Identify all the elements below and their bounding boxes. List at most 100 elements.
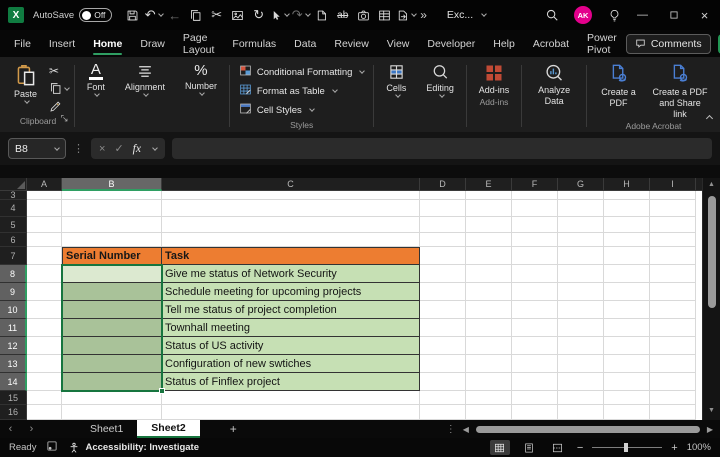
- cell-D13[interactable]: [420, 355, 466, 373]
- cell-C11[interactable]: Townhall meeting: [162, 319, 420, 337]
- export-icon[interactable]: [395, 4, 416, 26]
- cell-I4[interactable]: [650, 200, 696, 217]
- cell-B10[interactable]: [62, 301, 162, 319]
- cell-D15[interactable]: [420, 391, 466, 405]
- page-layout-view-icon[interactable]: [519, 440, 539, 455]
- cell-C7[interactable]: Task: [162, 247, 420, 265]
- cell-H7[interactable]: [604, 247, 650, 265]
- cell-D6[interactable]: [420, 233, 466, 247]
- splitter-handle-icon[interactable]: ⋮: [446, 424, 456, 435]
- cell-I5[interactable]: [650, 217, 696, 233]
- row-header-7[interactable]: 7: [0, 247, 27, 265]
- excel-logo-icon[interactable]: X: [8, 7, 24, 23]
- collapse-ribbon-icon[interactable]: [707, 108, 712, 126]
- camera-icon[interactable]: [353, 4, 374, 26]
- autosave-toggle[interactable]: AutoSave Off: [33, 8, 112, 22]
- avatar[interactable]: AK: [574, 6, 592, 24]
- normal-view-icon[interactable]: [490, 440, 510, 455]
- cell-I12[interactable]: [650, 337, 696, 355]
- cell-F11[interactable]: [512, 319, 558, 337]
- styles-item-conditional-formatting[interactable]: Conditional Formatting: [239, 64, 365, 80]
- cell-A10[interactable]: [27, 301, 62, 319]
- cell-F10[interactable]: [512, 301, 558, 319]
- add-sheet-icon[interactable]: +: [230, 422, 237, 436]
- column-header-H[interactable]: H: [604, 178, 650, 191]
- cell-A9[interactable]: [27, 283, 62, 301]
- cell-A8[interactable]: [27, 265, 62, 283]
- save-icon[interactable]: [122, 4, 143, 26]
- cell-G4[interactable]: [558, 200, 604, 217]
- sheet-tab-sheet2[interactable]: Sheet2: [137, 420, 199, 438]
- cell-A16[interactable]: [27, 405, 62, 420]
- cells-button[interactable]: Cells: [379, 60, 413, 97]
- cell-G6[interactable]: [558, 233, 604, 247]
- cell-H10[interactable]: [604, 301, 650, 319]
- cancel-entry-icon[interactable]: ×: [99, 143, 105, 155]
- alignment-button[interactable]: Alignment: [118, 60, 172, 96]
- cell-I9[interactable]: [650, 283, 696, 301]
- search-icon[interactable]: [539, 2, 565, 28]
- column-header-G[interactable]: G: [558, 178, 604, 191]
- cell-F6[interactable]: [512, 233, 558, 247]
- cell-A7[interactable]: [27, 247, 62, 265]
- cell-G9[interactable]: [558, 283, 604, 301]
- strikethrough-icon[interactable]: ab: [332, 4, 353, 26]
- cell-B14[interactable]: [62, 373, 162, 391]
- tab-power-pivot[interactable]: Power Pivot: [578, 30, 626, 57]
- cell-F7[interactable]: [512, 247, 558, 265]
- row-header-15[interactable]: 15: [0, 391, 27, 405]
- dialog-launcher-icon[interactable]: [60, 110, 69, 128]
- refresh-icon[interactable]: ↻: [248, 4, 269, 26]
- cell-B12[interactable]: [62, 337, 162, 355]
- cell-B11[interactable]: [62, 319, 162, 337]
- cell-C14[interactable]: Status of Finflex project: [162, 373, 420, 391]
- cell-F16[interactable]: [512, 405, 558, 420]
- editing-button[interactable]: Editing: [419, 60, 461, 97]
- tab-file[interactable]: File: [5, 30, 40, 57]
- cell-C10[interactable]: Tell me status of project completion: [162, 301, 420, 319]
- add-ins-button[interactable]: Add-ins: [472, 60, 517, 95]
- cell-H12[interactable]: [604, 337, 650, 355]
- row-header-14[interactable]: 14: [0, 373, 27, 391]
- create-a-pdf-and-share-link-button[interactable]: Create a PDF and Share link: [645, 60, 715, 119]
- cell-B4[interactable]: [62, 200, 162, 217]
- cell-D16[interactable]: [420, 405, 466, 420]
- cell-E5[interactable]: [466, 217, 512, 233]
- ideas-lightbulb-icon[interactable]: [601, 2, 627, 28]
- row-header-4[interactable]: 4: [0, 200, 27, 217]
- cell-A3[interactable]: [27, 191, 62, 200]
- row-header-16[interactable]: 16: [0, 405, 27, 420]
- cell-B9[interactable]: [62, 283, 162, 301]
- close-button[interactable]: ×: [689, 0, 720, 30]
- cell-A6[interactable]: [27, 233, 62, 247]
- touch-mode-icon[interactable]: [269, 4, 290, 26]
- cell-E6[interactable]: [466, 233, 512, 247]
- cell-I15[interactable]: [650, 391, 696, 405]
- cell-F9[interactable]: [512, 283, 558, 301]
- cell-H14[interactable]: [604, 373, 650, 391]
- cell-A14[interactable]: [27, 373, 62, 391]
- cell-D3[interactable]: [420, 191, 466, 200]
- row-header-5[interactable]: 5: [0, 217, 27, 233]
- zoom-out-icon[interactable]: −: [577, 442, 583, 454]
- cell-B6[interactable]: [62, 233, 162, 247]
- cell-I10[interactable]: [650, 301, 696, 319]
- cell-D14[interactable]: [420, 373, 466, 391]
- cell-E14[interactable]: [466, 373, 512, 391]
- zoom-slider-thumb[interactable]: [624, 443, 628, 452]
- tab-page-layout[interactable]: Page Layout: [174, 30, 224, 57]
- horizontal-scrollbar[interactable]: ⋮ ◀ ▶: [446, 424, 720, 435]
- qat-overflow-icon[interactable]: »: [420, 8, 427, 22]
- cell-I14[interactable]: [650, 373, 696, 391]
- cell-F4[interactable]: [512, 200, 558, 217]
- number-button[interactable]: % Number: [178, 60, 224, 95]
- cell-C8[interactable]: Give me status of Network Security: [162, 265, 420, 283]
- cell-H8[interactable]: [604, 265, 650, 283]
- cell-E8[interactable]: [466, 265, 512, 283]
- zoom-in-icon[interactable]: +: [671, 442, 677, 454]
- column-header-B[interactable]: B: [62, 178, 162, 191]
- cell-I7[interactable]: [650, 247, 696, 265]
- cell-I16[interactable]: [650, 405, 696, 420]
- tab-insert[interactable]: Insert: [40, 30, 84, 57]
- row-header-11[interactable]: 11: [0, 319, 27, 337]
